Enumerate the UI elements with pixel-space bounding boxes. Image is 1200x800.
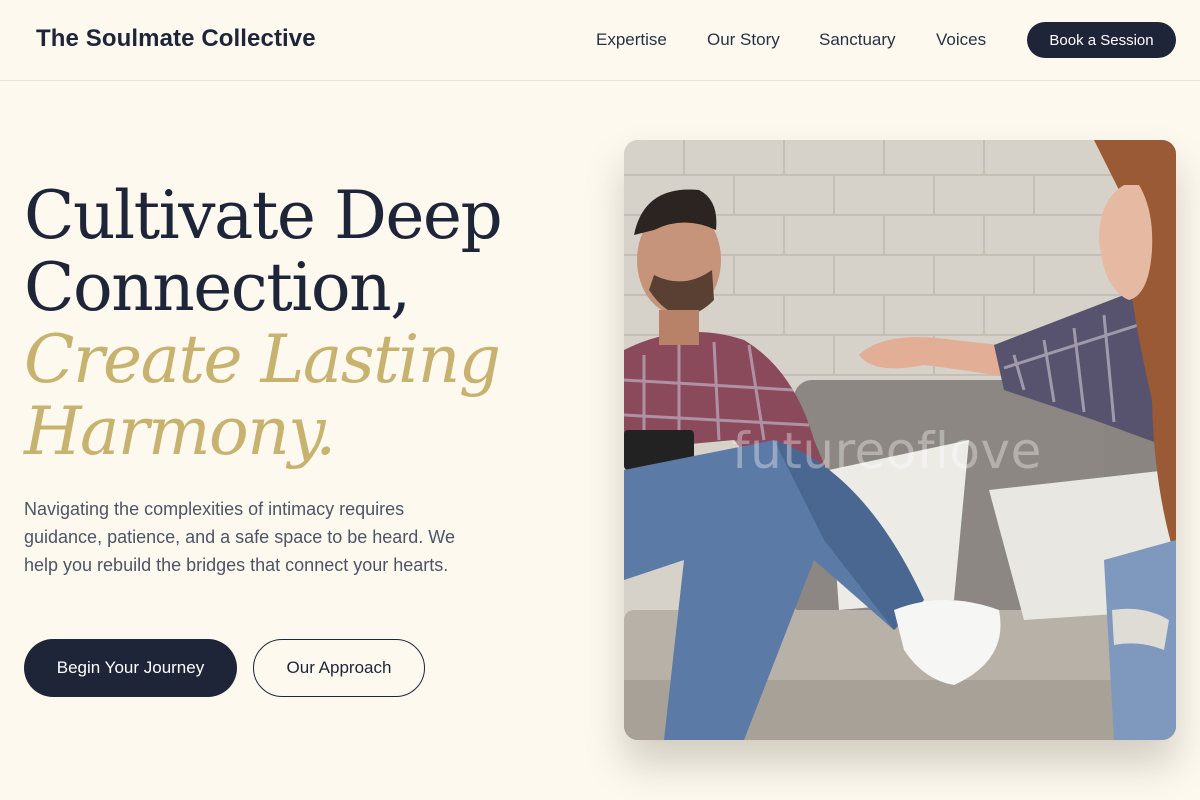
hero-description: Navigating the complexities of intimacy … — [24, 499, 455, 575]
begin-journey-button[interactable]: Begin Your Journey — [24, 639, 237, 697]
hero-photo: futureoflove — [624, 140, 1176, 740]
site-header: The Soulmate Collective Expertise Our St… — [0, 0, 1200, 81]
nav-link-sanctuary[interactable]: Sanctuary — [819, 30, 896, 50]
photo-watermark: futureoflove — [732, 422, 1042, 480]
brand-logo[interactable]: The Soulmate Collective — [36, 25, 316, 53]
headline-accent-line-2: Harmony. — [24, 393, 336, 470]
nav-link-voices[interactable]: Voices — [936, 30, 986, 50]
headline-accent-line-1: Create Lasting — [24, 321, 501, 398]
our-approach-button[interactable]: Our Approach — [253, 639, 425, 697]
nav-link-expertise[interactable]: Expertise — [596, 30, 667, 50]
book-session-button[interactable]: Book a Session — [1027, 22, 1176, 58]
hero-headline: Cultivate Deep Connection, Create Lastin… — [24, 180, 584, 468]
headline-line-2: Connection, — [24, 249, 411, 326]
headline-line-1: Cultivate Deep — [24, 177, 503, 254]
nav-link-our-story[interactable]: Our Story — [707, 30, 780, 50]
